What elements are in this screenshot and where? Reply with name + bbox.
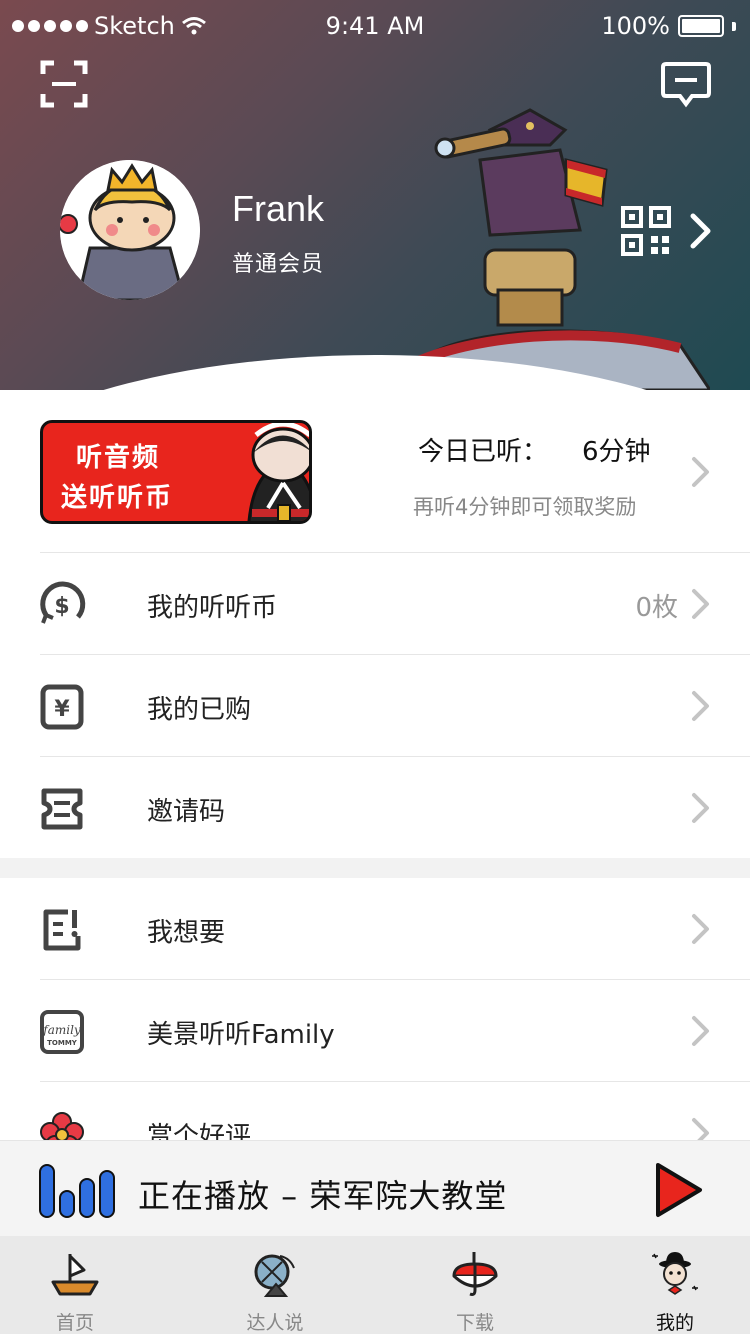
profile-character-icon bbox=[652, 1252, 698, 1295]
chevron-right-icon bbox=[692, 589, 709, 619]
menu-item-invite-code[interactable]: 邀请码 bbox=[0, 757, 750, 859]
menu-item-label: 我的听听币 bbox=[147, 593, 278, 623]
tab-label: 首页 bbox=[55, 1312, 94, 1334]
audio-bars-icon bbox=[39, 1164, 115, 1218]
tab-mine[interactable]: 我的 bbox=[600, 1236, 750, 1334]
tab-label: 达人说 bbox=[246, 1312, 304, 1334]
promo-banner-line2: 送听听币 bbox=[61, 483, 174, 513]
tab-bar: 首页 达人说 下载 我的 bbox=[0, 1236, 750, 1334]
promo-banner-line1: 听音频 bbox=[76, 443, 161, 473]
tab-label: 下载 bbox=[455, 1312, 494, 1334]
message-icon[interactable] bbox=[660, 60, 712, 108]
status-bar: Sketch 9:41 AM 100% bbox=[0, 0, 750, 52]
scan-icon[interactable] bbox=[40, 60, 88, 108]
menu-item-my-coins[interactable]: $ 我的听听币 0枚 bbox=[0, 553, 750, 655]
coin-icon: $ bbox=[40, 581, 86, 624]
today-listened-value: 6分钟 bbox=[582, 437, 651, 467]
purchase-icon: ¥ bbox=[40, 684, 84, 730]
svg-text:TOMMY: TOMMY bbox=[47, 1039, 78, 1047]
chevron-right-icon bbox=[692, 691, 709, 721]
chevron-right-icon[interactable] bbox=[690, 455, 712, 489]
username: Frank bbox=[232, 188, 325, 229]
section-gap bbox=[0, 858, 750, 878]
menu-item-wishlist[interactable]: 我想要 bbox=[0, 878, 750, 980]
tab-download[interactable]: 下载 bbox=[400, 1236, 550, 1334]
listening-reward-row[interactable]: 听音频 送听听币 今日已听： 6分钟 再听4分钟即可领取奖励 bbox=[0, 395, 750, 552]
profile-header: Sketch 9:41 AM 100% Frank 普通会员 bbox=[0, 0, 750, 390]
menu-item-label: 美景听听Family bbox=[147, 1020, 335, 1050]
promo-banner[interactable]: 听音频 送听听币 bbox=[40, 420, 312, 524]
ninja-character-icon bbox=[247, 423, 309, 521]
boat-icon bbox=[51, 1254, 99, 1296]
umbrella-icon bbox=[452, 1252, 498, 1296]
tab-label: 我的 bbox=[655, 1312, 694, 1334]
menu-item-label: 邀请码 bbox=[147, 797, 226, 827]
ticket-icon bbox=[41, 788, 83, 830]
play-icon[interactable] bbox=[652, 1161, 704, 1219]
coin-balance: 0枚 bbox=[635, 593, 678, 623]
reward-hint: 再听4分钟即可领取奖励 bbox=[413, 495, 637, 519]
svg-text:family: family bbox=[42, 1023, 81, 1037]
avatar-princess-illustration bbox=[60, 160, 200, 300]
chevron-right-icon[interactable] bbox=[688, 212, 714, 250]
menu-item-label: 我想要 bbox=[147, 918, 226, 948]
chevron-right-icon bbox=[692, 1016, 709, 1046]
menu-item-my-purchases[interactable]: ¥ 我的已购 bbox=[0, 655, 750, 757]
tab-experts[interactable]: 达人说 bbox=[200, 1236, 350, 1334]
svg-text:$: $ bbox=[54, 594, 69, 619]
menu-item-label: 我的已购 bbox=[147, 695, 252, 725]
avatar[interactable] bbox=[60, 160, 200, 300]
battery-percent: 100% bbox=[601, 12, 670, 40]
chevron-right-icon bbox=[692, 793, 709, 823]
family-icon: family TOMMY bbox=[40, 1010, 84, 1054]
qr-code-icon[interactable] bbox=[620, 205, 672, 257]
battery-icon bbox=[678, 15, 724, 37]
today-listened-label: 今日已听： bbox=[418, 437, 549, 467]
svg-text:¥: ¥ bbox=[54, 697, 70, 722]
menu-item-family[interactable]: family TOMMY 美景听听Family bbox=[0, 980, 750, 1082]
tab-home[interactable]: 首页 bbox=[0, 1236, 150, 1334]
now-playing-title: 正在播放 – 荣军院大教堂 bbox=[138, 1177, 508, 1215]
now-playing-bar[interactable]: 正在播放 – 荣军院大教堂 bbox=[0, 1140, 750, 1236]
chevron-right-icon bbox=[692, 914, 709, 944]
satellite-icon bbox=[254, 1254, 295, 1297]
membership-level: 普通会员 bbox=[232, 252, 325, 277]
wish-icon bbox=[43, 909, 81, 951]
